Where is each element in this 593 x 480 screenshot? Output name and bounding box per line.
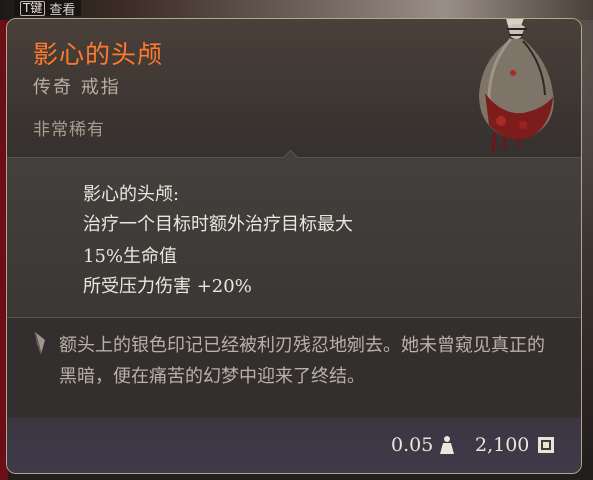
weight-icon — [440, 436, 454, 454]
item-rarity: 非常稀有 — [33, 120, 105, 140]
lore-panel: 额头上的银色印记已经被利刃残忍地剜去。她未曾窥见真正的黑暗，便在痛苦的幻梦中迎来… — [7, 318, 581, 418]
background-strip — [0, 0, 593, 20]
quill-icon — [34, 331, 45, 355]
tooltip-header: 影心的头颅 传奇 戒指 非常稀有 — [7, 19, 581, 157]
item-type: 传奇 戒指 — [33, 77, 121, 98]
effect-title: 影心的头颅: — [83, 184, 180, 205]
effect-line: 所受压力伤害 +20% — [83, 276, 252, 297]
effect-panel: 影心的头颅: 治疗一个目标时额外治疗目标最大 15%生命值 所受压力伤害 +20… — [7, 149, 581, 318]
hint-key-suffix: 键 — [30, 0, 43, 15]
gold-icon — [538, 437, 554, 453]
lore-text: 额头上的银色印记已经被利刃残忍地剜去。她未曾窥见真正的黑暗，便在痛苦的幻梦中迎来… — [59, 335, 545, 387]
item-tooltip: 影心的头颅 传奇 戒指 非常稀有 影心的头颅: 治疗一个目标时额外治疗目标最大 … — [6, 18, 582, 474]
item-image — [479, 19, 554, 154]
item-name: 影心的头颅 — [33, 40, 164, 69]
hint-key-cap: T键 — [20, 0, 46, 16]
item-weight: 0.05 — [391, 434, 434, 456]
hint-action-label: 查看 — [49, 2, 76, 18]
tooltip-footer: 0.05 2,100 — [7, 418, 581, 473]
effect-line: 治疗一个目标时额外治疗目标最大 — [83, 214, 353, 235]
item-price: 2,100 — [475, 434, 530, 456]
view-hint: T键 查看 — [14, 0, 82, 18]
effect-line: 15%生命值 — [83, 246, 178, 267]
